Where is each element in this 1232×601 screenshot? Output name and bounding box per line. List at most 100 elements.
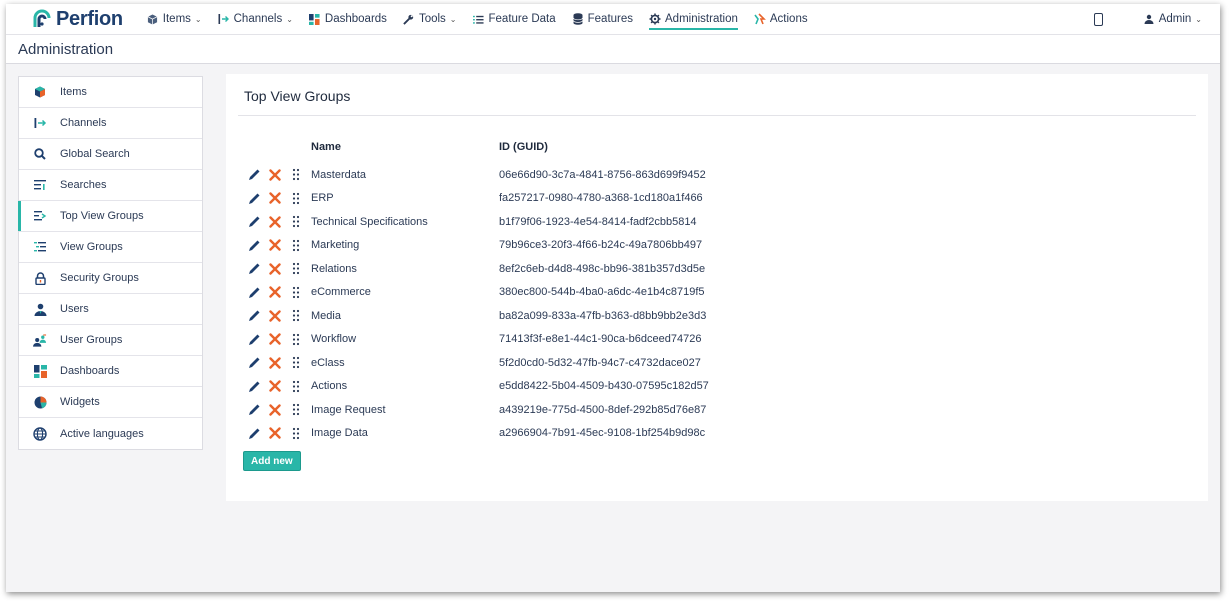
- delete-icon[interactable]: [267, 261, 283, 277]
- sidebar-item-dashboards[interactable]: Dashboards: [19, 356, 202, 387]
- user-menu[interactable]: Admin ⌄: [1143, 4, 1202, 35]
- sidebar-item-channels[interactable]: Channels: [19, 108, 202, 139]
- nav-dashboards[interactable]: Dashboards: [301, 4, 395, 35]
- main-panel: Top View Groups Name ID (GUID) Masterdat…: [226, 74, 1208, 501]
- nav-dashboards-label: Dashboards: [324, 13, 387, 25]
- wrench-icon: [403, 13, 415, 25]
- sidebar-item-label: View Groups: [60, 241, 123, 253]
- sidebar-item-searches[interactable]: Searches: [19, 170, 202, 201]
- pencil-icon[interactable]: [246, 214, 262, 230]
- pencil-icon[interactable]: [246, 261, 262, 277]
- table-row: Relations 8ef2c6eb-d4d8-498c-bb96-381b357…: [246, 257, 946, 281]
- drag-handle-icon[interactable]: [288, 167, 304, 183]
- drag-handle-icon[interactable]: [288, 261, 304, 277]
- delete-icon[interactable]: [267, 237, 283, 253]
- row-actions: [246, 237, 311, 253]
- sidebar-item-users[interactable]: Users: [19, 294, 202, 325]
- list-icon: [473, 13, 485, 25]
- pencil-icon[interactable]: [246, 308, 262, 324]
- pencil-icon[interactable]: [246, 402, 262, 418]
- cube-icon: [147, 13, 159, 25]
- nav-channels[interactable]: Channels ⌄: [210, 4, 301, 35]
- search-icon: [33, 147, 47, 161]
- pencil-icon[interactable]: [246, 284, 262, 300]
- sidebar-item-label: Searches: [60, 179, 107, 191]
- pencil-icon[interactable]: [246, 378, 262, 394]
- delete-icon[interactable]: [267, 214, 283, 230]
- sidebar-item-top-view-groups[interactable]: Top View Groups: [18, 201, 202, 232]
- delete-icon[interactable]: [267, 378, 283, 394]
- nav-channels-label: Channels: [233, 13, 283, 25]
- nav-features[interactable]: Features: [564, 4, 641, 35]
- sidebar-item-label: User Groups: [60, 334, 123, 346]
- nav-actions[interactable]: Actions: [746, 4, 816, 35]
- row-guid: b1f79f06-1923-4e54-8414-fadf2cbb5814: [499, 215, 697, 228]
- drag-handle-icon[interactable]: [288, 190, 304, 206]
- delete-icon[interactable]: [267, 167, 283, 183]
- divider: [238, 115, 1196, 116]
- sidebar-item-user-groups[interactable]: User Groups: [19, 325, 202, 356]
- delete-icon[interactable]: [267, 308, 283, 324]
- delete-icon[interactable]: [267, 425, 283, 441]
- delete-icon[interactable]: [267, 355, 283, 371]
- table-row: eCommerce 380ec800-544b-4ba0-a6dc-4e1b4c8…: [246, 281, 946, 305]
- drag-handle-icon[interactable]: [288, 331, 304, 347]
- drag-handle-icon[interactable]: [288, 237, 304, 253]
- drag-handle-icon[interactable]: [288, 378, 304, 394]
- drag-handle-icon[interactable]: [288, 425, 304, 441]
- mobile-icon[interactable]: [1093, 12, 1103, 26]
- drag-handle-icon[interactable]: [288, 308, 304, 324]
- nav-actions-label: Actions: [769, 13, 808, 25]
- nav-features-label: Features: [587, 13, 634, 25]
- pencil-icon[interactable]: [246, 237, 262, 253]
- delete-icon[interactable]: [267, 402, 283, 418]
- sidebar-item-items[interactable]: Items: [19, 77, 202, 108]
- row-guid: 06e66d90-3c7a-4841-8756-863d699f9452: [499, 168, 706, 181]
- pencil-icon[interactable]: [246, 167, 262, 183]
- nav-administration[interactable]: Administration: [641, 4, 746, 35]
- sidebar-item-widgets[interactable]: Widgets: [19, 387, 202, 418]
- pencil-icon[interactable]: [246, 331, 262, 347]
- drag-handle-icon[interactable]: [288, 355, 304, 371]
- table-row: ERP fa257217-0980-4780-a368-1cd180a1f466: [246, 187, 946, 211]
- row-name: Media: [311, 309, 341, 322]
- sidebar-item-view-groups[interactable]: View Groups: [19, 232, 202, 263]
- nav-feature-data-label: Feature Data: [488, 13, 556, 25]
- pencil-icon[interactable]: [246, 355, 262, 371]
- add-new-button[interactable]: Add new: [243, 451, 301, 471]
- pencil-icon[interactable]: [246, 190, 262, 206]
- sidebar-item-security-groups[interactable]: Security Groups: [19, 263, 202, 294]
- delete-icon[interactable]: [267, 284, 283, 300]
- nav-items[interactable]: Items ⌄: [139, 4, 210, 35]
- row-name: Relations: [311, 262, 357, 275]
- sidebar-item-label: Users: [60, 303, 89, 315]
- chevron-down-icon: ⌄: [286, 14, 293, 24]
- gear-icon: [649, 13, 661, 25]
- table-row: Image Data a2966904-7b91-45ec-9108-1bf254…: [246, 422, 946, 446]
- pencil-icon[interactable]: [246, 425, 262, 441]
- row-guid: 71413f3f-e8e1-44c1-90ca-b6dceed74726: [499, 333, 702, 346]
- row-actions: [246, 355, 311, 371]
- row-guid: 79b96ce3-20f3-4f66-b24c-49a7806bb497: [499, 239, 703, 252]
- drag-handle-icon[interactable]: [288, 402, 304, 418]
- row-name: Image Request: [311, 403, 386, 416]
- delete-icon[interactable]: [267, 331, 283, 347]
- drag-handle-icon[interactable]: [288, 284, 304, 300]
- row-actions: [246, 167, 311, 183]
- sidebar-item-active-languages[interactable]: Active languages: [19, 418, 202, 449]
- logo[interactable]: Perfion: [32, 4, 123, 35]
- delete-icon[interactable]: [267, 190, 283, 206]
- channel-icon: [33, 116, 47, 130]
- nav-tools[interactable]: Tools ⌄: [395, 4, 465, 35]
- row-guid: a439219e-775d-4500-8def-292b85d76e87: [499, 403, 707, 416]
- sidebar-item-label: Dashboards: [60, 365, 120, 377]
- page-title: Administration: [18, 41, 114, 58]
- nav-feature-data[interactable]: Feature Data: [465, 4, 564, 35]
- perfion-logo-icon: [33, 9, 51, 27]
- sidebar-item-global-search[interactable]: Global Search: [19, 139, 202, 170]
- top-nav: Perfion Items ⌄ Channels ⌄ Dashboards To…: [6, 4, 1220, 35]
- row-actions: [246, 190, 311, 206]
- table-row: eClass 5f2d0cd0-5d32-47fb-94c7-c4732dace0…: [246, 351, 946, 375]
- drag-handle-icon[interactable]: [288, 214, 304, 230]
- nav-right: Admin ⌄: [1093, 4, 1202, 35]
